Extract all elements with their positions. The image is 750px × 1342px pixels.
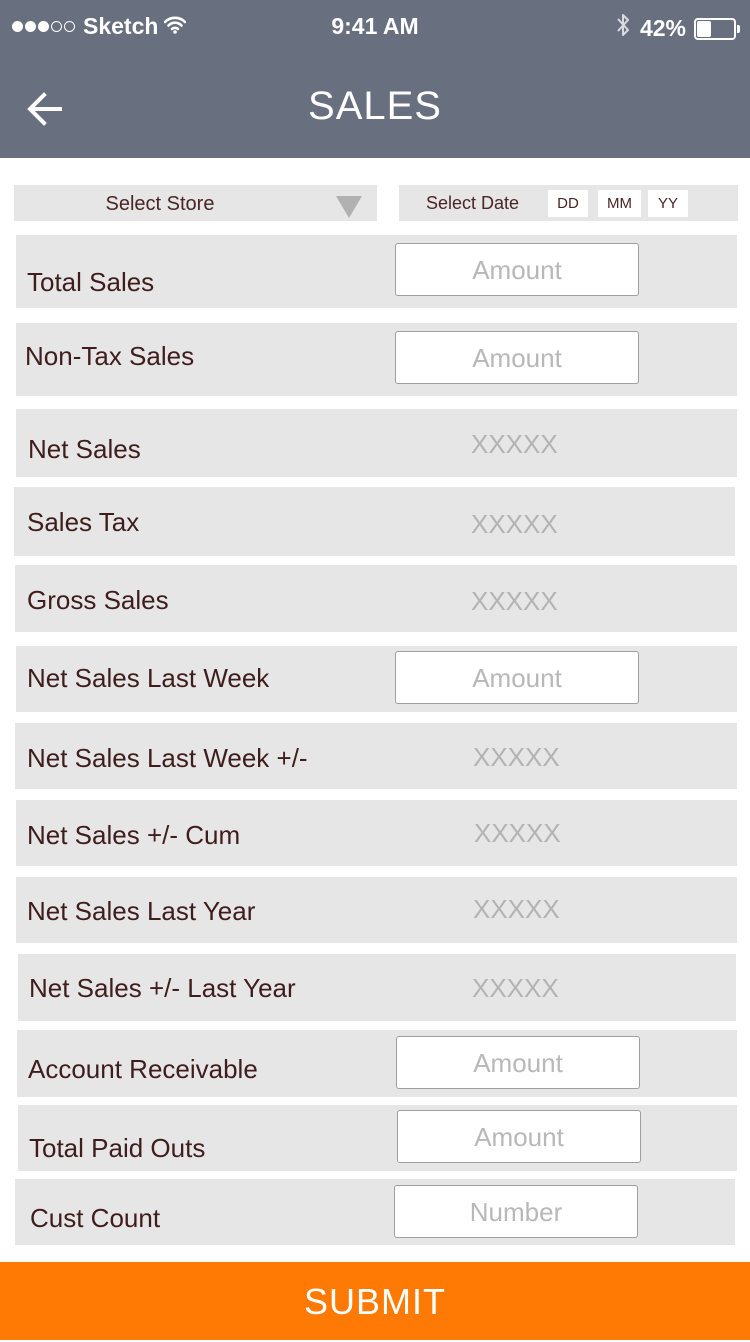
net-sales-last-year-value: XXXXX — [473, 894, 560, 924]
field-label: Total Sales — [27, 267, 155, 297]
field-label: Total Paid Outs — [29, 1133, 206, 1163]
field-label: Gross Sales — [27, 585, 169, 615]
net-sales-value: XXXXX — [471, 429, 558, 459]
field-label: Net Sales +/- Last Year — [29, 973, 296, 1003]
sales-tax-value: XXXXX — [471, 509, 558, 539]
net-sales-last-year-diff-value: XXXXX — [472, 973, 559, 1003]
date-day-field[interactable]: DD — [548, 190, 588, 217]
form-row-net-sales-last-year: Net Sales Last Year XXXXX — [16, 877, 737, 943]
date-select-label: Select Date — [426, 193, 520, 213]
store-select-label: Select Store — [105, 193, 215, 215]
store-select[interactable]: Select Store — [14, 185, 377, 221]
battery-percent: 42% — [639, 14, 686, 41]
form-row-cust-count: Cust Count Number — [15, 1179, 735, 1245]
total-paid-outs-input[interactable]: Amount — [397, 1110, 641, 1163]
form-row-net-sales-cum: Net Sales +/- Cum XXXXX — [16, 800, 737, 866]
date-year-field[interactable]: YY — [648, 190, 688, 217]
field-label: Net Sales +/- Cum — [27, 820, 241, 850]
date-month-field[interactable]: MM — [598, 190, 641, 217]
field-label: Net Sales Last Week +/- — [27, 743, 308, 773]
field-label: Net Sales — [28, 434, 141, 464]
form-row-net-sales-last-week-diff: Net Sales Last Week +/- XXXXX — [15, 723, 737, 789]
status-bar: Sketch 9:41 AM 42% — [0, 0, 750, 54]
non-tax-sales-input[interactable]: Amount — [395, 331, 639, 384]
form-row-total-sales: Total Sales Amount — [16, 235, 737, 308]
form-row-net-sales-last-week: Net Sales Last Week Amount — [16, 646, 737, 712]
submit-button[interactable]: SUBMIT — [0, 1262, 750, 1340]
net-sales-last-week-diff-value: XXXXX — [473, 742, 560, 772]
net-sales-cum-value: XXXXX — [474, 818, 561, 848]
battery-nub — [737, 25, 740, 33]
field-label: Net Sales Last Year — [27, 896, 256, 926]
field-label: Cust Count — [30, 1203, 161, 1233]
field-label: Sales Tax — [27, 507, 140, 537]
total-sales-input[interactable]: Amount — [395, 243, 639, 296]
status-right: 42% — [616, 13, 740, 43]
caret-down-icon — [336, 196, 362, 218]
battery-level-fill — [697, 21, 711, 37]
field-label: Net Sales Last Week — [27, 663, 270, 693]
form-row-gross-sales: Gross Sales XXXXX — [15, 565, 737, 632]
app-header: Sketch 9:41 AM 42% SALES — [0, 0, 750, 158]
page-title: SALES — [308, 84, 442, 128]
account-receivable-input[interactable]: Amount — [396, 1036, 640, 1089]
filter-bar: Select Store Select Date DD MM YY — [0, 184, 750, 224]
bluetooth-icon — [616, 13, 630, 43]
battery-icon — [694, 18, 740, 40]
form-row-account-receivable: Account Receivable Amount — [17, 1030, 737, 1097]
net-sales-last-week-input[interactable]: Amount — [395, 651, 639, 704]
date-select: Select Date DD MM YY — [399, 185, 738, 221]
form-row-non-tax-sales: Non-Tax Sales Amount — [16, 323, 737, 396]
form-row-net-sales: Net Sales XXXXX — [16, 409, 737, 477]
field-label: Account Receivable — [28, 1054, 258, 1084]
cust-count-input[interactable]: Number — [394, 1185, 638, 1238]
form-row-sales-tax: Sales Tax XXXXX — [14, 487, 735, 556]
form-row-total-paid-outs: Total Paid Outs Amount — [18, 1105, 737, 1171]
form-row-net-sales-last-year-diff: Net Sales +/- Last Year XXXXX — [18, 954, 736, 1021]
gross-sales-value: XXXXX — [471, 586, 558, 616]
field-label: Non-Tax Sales — [25, 341, 195, 371]
